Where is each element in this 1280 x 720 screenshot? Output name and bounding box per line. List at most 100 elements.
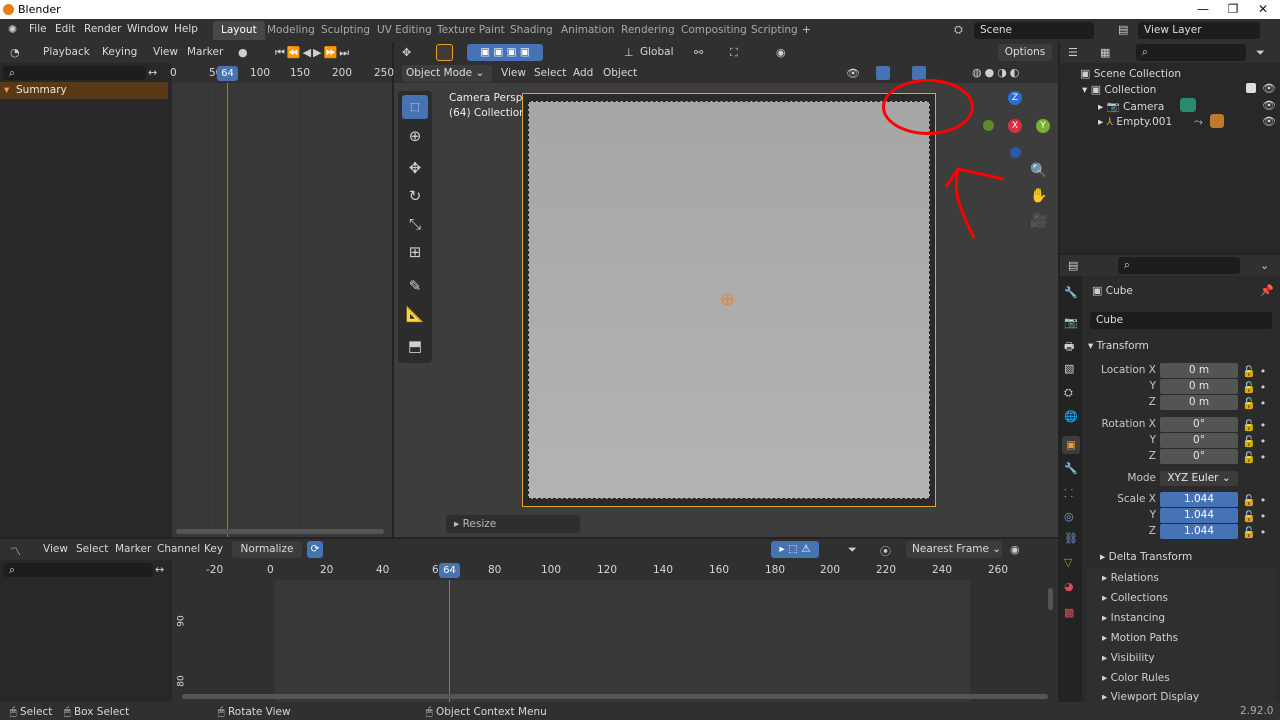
- normalize-toggle[interactable]: Normalize: [232, 541, 302, 558]
- menu-view[interactable]: View: [153, 46, 178, 58]
- lock-icons[interactable]: 🔓• 🔓• 🔓•: [1242, 364, 1270, 412]
- material-tab-icon[interactable]: ◕: [1064, 580, 1074, 593]
- select-tool-icon[interactable]: [436, 44, 453, 61]
- close-icon[interactable]: ✕: [1248, 1, 1278, 18]
- measure-tool-icon[interactable]: 📐: [402, 305, 428, 323]
- graph-vertical-scrollbar[interactable]: [1048, 588, 1053, 610]
- current-frame-marker[interactable]: 64: [217, 66, 238, 81]
- scene-tab-icon[interactable]: ⛭: [1064, 386, 1073, 400]
- editor-type-icon[interactable]: ✥: [402, 46, 411, 59]
- shading-modes-icon[interactable]: ◍●◑◐: [972, 66, 1022, 79]
- view-layer-icon[interactable]: ▤: [1118, 23, 1128, 36]
- transform-tool-icon[interactable]: ⊞: [402, 243, 428, 261]
- tool-tab-icon[interactable]: 🔧: [1064, 286, 1078, 299]
- normalize-refresh-icon[interactable]: ⟳: [307, 541, 323, 558]
- scene-field[interactable]: Scene: [974, 22, 1094, 39]
- location-y-field[interactable]: 0 m: [1160, 379, 1238, 394]
- menu-select[interactable]: Select: [534, 67, 566, 79]
- gizmo-z-axis[interactable]: Z: [1008, 91, 1022, 105]
- visibility-icon[interactable]: 👁: [846, 67, 860, 80]
- rotate-tool-icon[interactable]: ↻: [402, 187, 428, 205]
- delta-transform-section[interactable]: ▸ Delta Transform: [1100, 551, 1192, 563]
- editor-type-icon[interactable]: ☰: [1068, 46, 1078, 59]
- gizmo-neg-y[interactable]: [983, 120, 994, 131]
- view-layer-tab-icon[interactable]: ▧: [1064, 362, 1074, 375]
- particles-tab-icon[interactable]: ⸬: [1064, 486, 1073, 501]
- editor-type-icon[interactable]: 〽: [10, 543, 21, 559]
- collections-section[interactable]: ▸ Collections: [1086, 588, 1276, 608]
- selection-mode-buttons[interactable]: ▣ ▣ ▣ ▣: [467, 44, 543, 61]
- menu-object[interactable]: Object: [603, 67, 637, 79]
- swap-icon[interactable]: ↔: [148, 66, 157, 79]
- outliner-scene-collection[interactable]: ▣ Scene Collection: [1080, 67, 1181, 80]
- options-chevron-icon[interactable]: ⌄: [1260, 259, 1269, 272]
- menu-key[interactable]: Key: [204, 543, 223, 555]
- color-rules-section[interactable]: ▸ Color Rules: [1086, 668, 1276, 688]
- 3d-viewport[interactable]: Object Mode ⌄ View Select Add Object 👁 ◍…: [394, 63, 1058, 537]
- editor-type-icon[interactable]: ◔: [10, 46, 20, 59]
- location-x-field[interactable]: 0 m: [1160, 363, 1238, 378]
- editor-type-icon[interactable]: ▤: [1068, 259, 1078, 272]
- viewport-display-section[interactable]: ▸ Viewport Display: [1086, 688, 1276, 702]
- transform-section-header[interactable]: ▾ Transform: [1088, 340, 1149, 352]
- filter-icon[interactable]: ⏷: [1256, 46, 1265, 60]
- scene-icon[interactable]: ⛭: [954, 23, 963, 37]
- scale-z-field[interactable]: 1.044: [1160, 524, 1238, 539]
- visibility-eye-icon[interactable]: 👁: [1262, 115, 1276, 128]
- scale-x-field[interactable]: 1.044: [1160, 492, 1238, 507]
- constraints-tab-icon[interactable]: ⛓: [1064, 532, 1078, 545]
- gizmo-x-axis[interactable]: X: [1008, 119, 1022, 133]
- menu-window[interactable]: Window: [127, 23, 168, 35]
- rotation-x-field[interactable]: 0°: [1160, 417, 1238, 432]
- menu-add[interactable]: Add: [573, 67, 593, 79]
- graph-current-frame-marker[interactable]: 64: [439, 563, 460, 578]
- object-mode-dropdown[interactable]: Object Mode ⌄: [402, 65, 492, 82]
- motion-paths-section[interactable]: ▸ Motion Paths: [1086, 628, 1276, 648]
- summary-channel[interactable]: ▾ Summary: [0, 82, 168, 99]
- menu-playback[interactable]: Playback: [43, 46, 90, 58]
- menu-file[interactable]: File: [29, 23, 47, 35]
- outliner-search-input[interactable]: ⌕: [1136, 44, 1246, 61]
- visibility-eye-icon[interactable]: 👁: [1262, 82, 1276, 95]
- graph-area[interactable]: -20 0 20 40 60 80 100 120 140 160 180 20…: [172, 560, 1058, 702]
- render-tab-icon[interactable]: 📷: [1064, 316, 1078, 329]
- zoom-icon[interactable]: 🔍: [1030, 163, 1047, 179]
- overlay-toggle-icon[interactable]: [912, 66, 926, 80]
- frame-ruler[interactable]: 0 50 100 150 200 250: [170, 63, 394, 83]
- proportional-icon[interactable]: ◉: [1010, 543, 1020, 556]
- graph-search-input[interactable]: ⌕: [3, 563, 153, 577]
- add-cube-tool-icon[interactable]: ⬒: [402, 337, 428, 355]
- camera-data-icon[interactable]: [1180, 98, 1196, 112]
- record-icon[interactable]: ●: [238, 46, 248, 59]
- add-workspace-button[interactable]: +: [794, 21, 819, 40]
- texture-tab-icon[interactable]: ▩: [1064, 606, 1074, 619]
- minimize-icon[interactable]: —: [1188, 1, 1218, 18]
- gizmo-neg-z[interactable]: [1010, 147, 1021, 158]
- empty-data-icon[interactable]: [1210, 114, 1224, 128]
- menu-view[interactable]: View: [501, 67, 526, 79]
- dopesheet-area[interactable]: 0 50 100 150 200 250 64: [170, 63, 394, 537]
- pin-icon[interactable]: 📌: [1260, 284, 1274, 297]
- outliner-item-empty[interactable]: ▸ ⅄ Empty.001: [1098, 116, 1172, 128]
- swap-icon[interactable]: ↔: [155, 563, 164, 576]
- menu-help[interactable]: Help: [174, 23, 198, 35]
- scale-tool-icon[interactable]: ⤡: [402, 215, 428, 233]
- menu-edit[interactable]: Edit: [55, 23, 75, 35]
- horizontal-scrollbar[interactable]: [176, 529, 384, 534]
- lock-icons[interactable]: 🔓• 🔓• 🔓•: [1242, 493, 1270, 541]
- snap-dropdown[interactable]: Nearest Frame ⌄: [906, 541, 1002, 558]
- instancing-section[interactable]: ▸ Instancing: [1086, 608, 1276, 628]
- world-tab-icon[interactable]: 🌐: [1064, 410, 1078, 423]
- location-z-field[interactable]: 0 m: [1160, 395, 1238, 410]
- lock-icons[interactable]: 🔓• 🔓• 🔓•: [1242, 418, 1270, 466]
- select-box-tool-icon[interactable]: ⬚: [402, 95, 428, 119]
- filter-buttons[interactable]: ▸ ⬚ ⚠: [771, 541, 819, 558]
- resize-operator-panel[interactable]: ▸ Resize: [446, 515, 580, 533]
- maximize-icon[interactable]: ❐: [1218, 1, 1248, 18]
- object-data-field[interactable]: Cube: [1090, 312, 1272, 329]
- object-tab-icon[interactable]: ▣: [1062, 436, 1080, 454]
- pivot-icon[interactable]: ⦿: [880, 543, 891, 559]
- gizmo-toggle-icon[interactable]: [876, 66, 890, 80]
- filter-icon[interactable]: ⏷: [848, 543, 857, 557]
- rotation-mode-dropdown[interactable]: XYZ Euler ⌄: [1160, 471, 1238, 486]
